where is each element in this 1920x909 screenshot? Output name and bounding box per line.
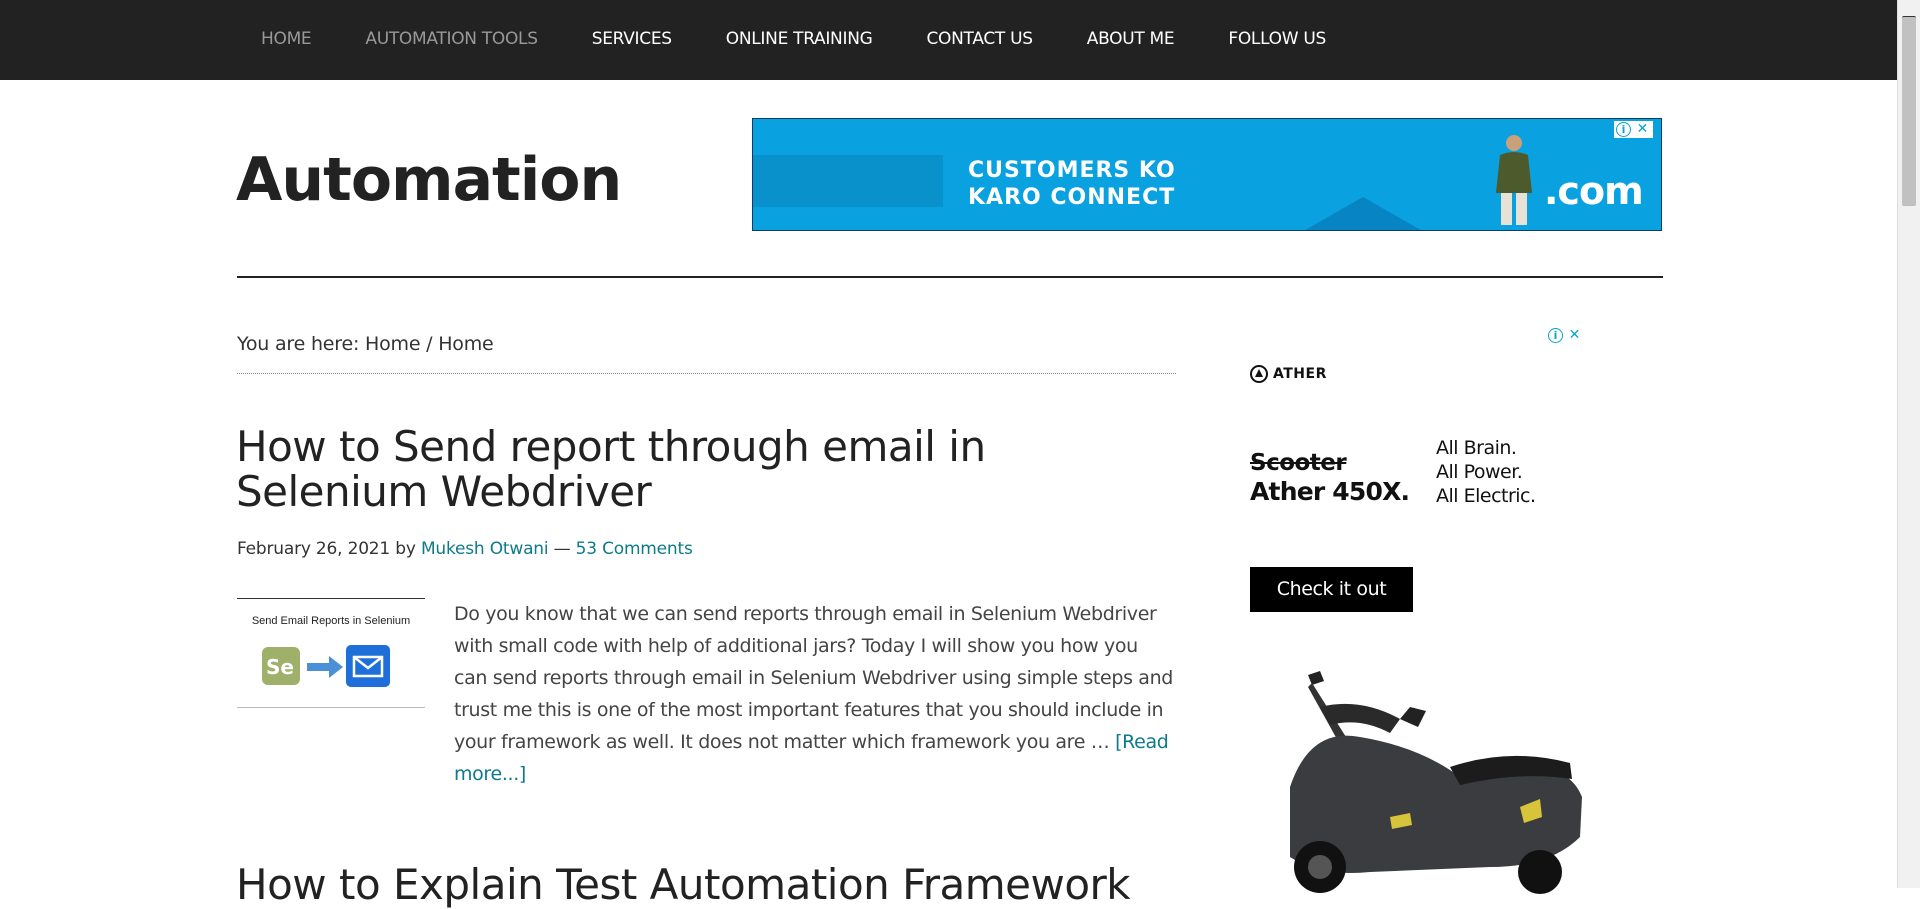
nav-item-home[interactable]: HOME (237, 0, 338, 78)
nav-item-online-training[interactable]: ONLINE TRAINING (699, 0, 900, 78)
arrow-right-icon (307, 656, 343, 678)
tagline-2: All Power. (1436, 461, 1523, 483)
selenium-logo-icon: Se (262, 647, 300, 685)
info-icon[interactable]: i (1616, 122, 1631, 137)
ad-headline-line1: CUSTOMERS KO (968, 158, 1176, 183)
info-icon[interactable]: i (1548, 328, 1563, 343)
post-title[interactable]: How to Send report through email in Sele… (236, 424, 1036, 514)
ad-decor-triangle (1293, 197, 1433, 230)
ather-logo: ATHER (1250, 365, 1327, 383)
close-icon[interactable]: ✕ (1634, 121, 1651, 138)
post-meta: February 26, 2021 by Mukesh Otwani — 53 … (237, 539, 693, 559)
nav-item-services[interactable]: SERVICES (565, 0, 699, 78)
ather-logo-icon (1250, 365, 1268, 383)
nav-menu: HOME AUTOMATION TOOLS SERVICES ONLINE TR… (237, 0, 1353, 78)
tagline-1: All Brain. (1436, 437, 1517, 459)
meta-separator: — (553, 539, 571, 559)
post-comments-link[interactable]: 53 Comments (576, 539, 693, 559)
thumbnail-caption: Send Email Reports in Selenium (251, 615, 411, 627)
mail-icon (346, 645, 390, 687)
scrollbar-thumb[interactable] (1902, 16, 1916, 206)
ad-controls: i ✕ (1614, 121, 1653, 138)
struck-word: Scooter (1250, 450, 1347, 476)
post-date: February 26, 2021 (237, 539, 391, 559)
nav-item-about-me[interactable]: ABOUT ME (1060, 0, 1202, 78)
scooter-image (1290, 671, 1582, 894)
model-name: Ather 450X. (1250, 477, 1410, 506)
tagline-3: All Electric. (1436, 485, 1536, 507)
check-it-out-button[interactable]: Check it out (1250, 567, 1413, 612)
nav-item-follow-us[interactable]: FOLLOW US (1201, 0, 1353, 78)
post-thumbnail[interactable]: Send Email Reports in Selenium Se (237, 598, 425, 708)
nav-item-automation-tools[interactable]: AUTOMATION TOOLS (338, 0, 564, 78)
excerpt-text: Do you know that we can send reports thr… (454, 603, 1173, 753)
breadcrumb: You are here: Home / Home (237, 333, 494, 355)
next-post-title[interactable]: How to Explain Test Automation Framework (236, 860, 1131, 909)
ad-headline-line2: KARO CONNECT (968, 185, 1176, 210)
nav-item-contact-us[interactable]: CONTACT US (899, 0, 1059, 78)
ad-decor-shape (753, 155, 943, 207)
ad-headline: CUSTOMERS KO KARO CONNECT (968, 157, 1176, 211)
ad-domain-suffix: .com (1544, 169, 1644, 213)
post-excerpt: Do you know that we can send reports thr… (454, 598, 1174, 790)
post-by: by (395, 539, 416, 559)
header-divider (237, 276, 1663, 278)
top-banner-ad[interactable]: CUSTOMERS KO KARO CONNECT .com i ✕ (752, 118, 1662, 231)
breadcrumb-divider (237, 373, 1176, 374)
site-title[interactable]: Automation (236, 145, 622, 215)
top-navigation: HOME AUTOMATION TOOLS SERVICES ONLINE TR… (0, 0, 1898, 80)
ather-brand-text: ATHER (1273, 366, 1327, 382)
sidebar-ad[interactable]: i ✕ ATHER Scooter Ather 450X. All Brain.… (1240, 322, 1600, 894)
post-author-link[interactable]: Mukesh Otwani (421, 539, 549, 559)
ad-taglines: All Brain. All Power. All Electric. (1436, 436, 1536, 508)
ad-person-image (1496, 135, 1532, 225)
vertical-scrollbar[interactable] (1897, 0, 1920, 888)
close-icon[interactable]: ✕ (1566, 327, 1583, 344)
sidebar-ad-controls: i ✕ (1548, 327, 1583, 344)
